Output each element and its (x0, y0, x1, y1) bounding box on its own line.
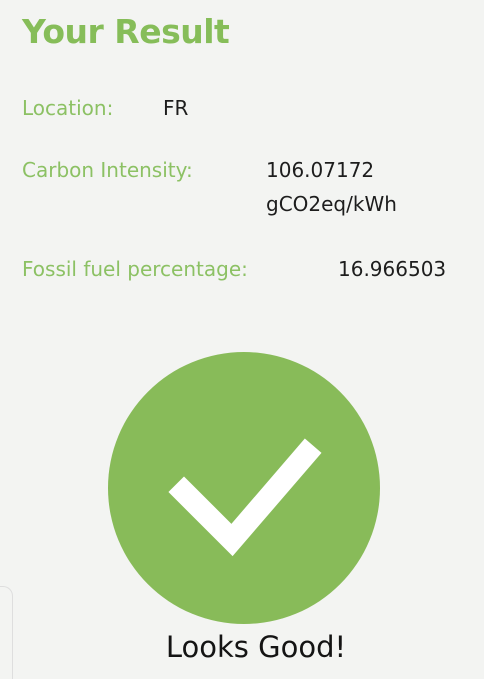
fossil-fuel-label: Fossil fuel percentage: (22, 257, 248, 281)
status-message: Looks Good! (165, 630, 347, 664)
carbon-intensity-label: Carbon Intensity: (22, 158, 193, 182)
location-value: FR (163, 96, 189, 120)
edge-divider (0, 586, 13, 679)
status-indicator (108, 352, 380, 624)
carbon-intensity-value: 106.07172 (266, 158, 375, 182)
fossil-fuel-value: 16.966503 (338, 257, 447, 281)
checkmark-icon (168, 438, 322, 557)
location-label: Location: (22, 96, 114, 120)
page-title: Your Result (22, 12, 230, 51)
carbon-intensity-unit: gCO2eq/kWh (266, 192, 397, 216)
